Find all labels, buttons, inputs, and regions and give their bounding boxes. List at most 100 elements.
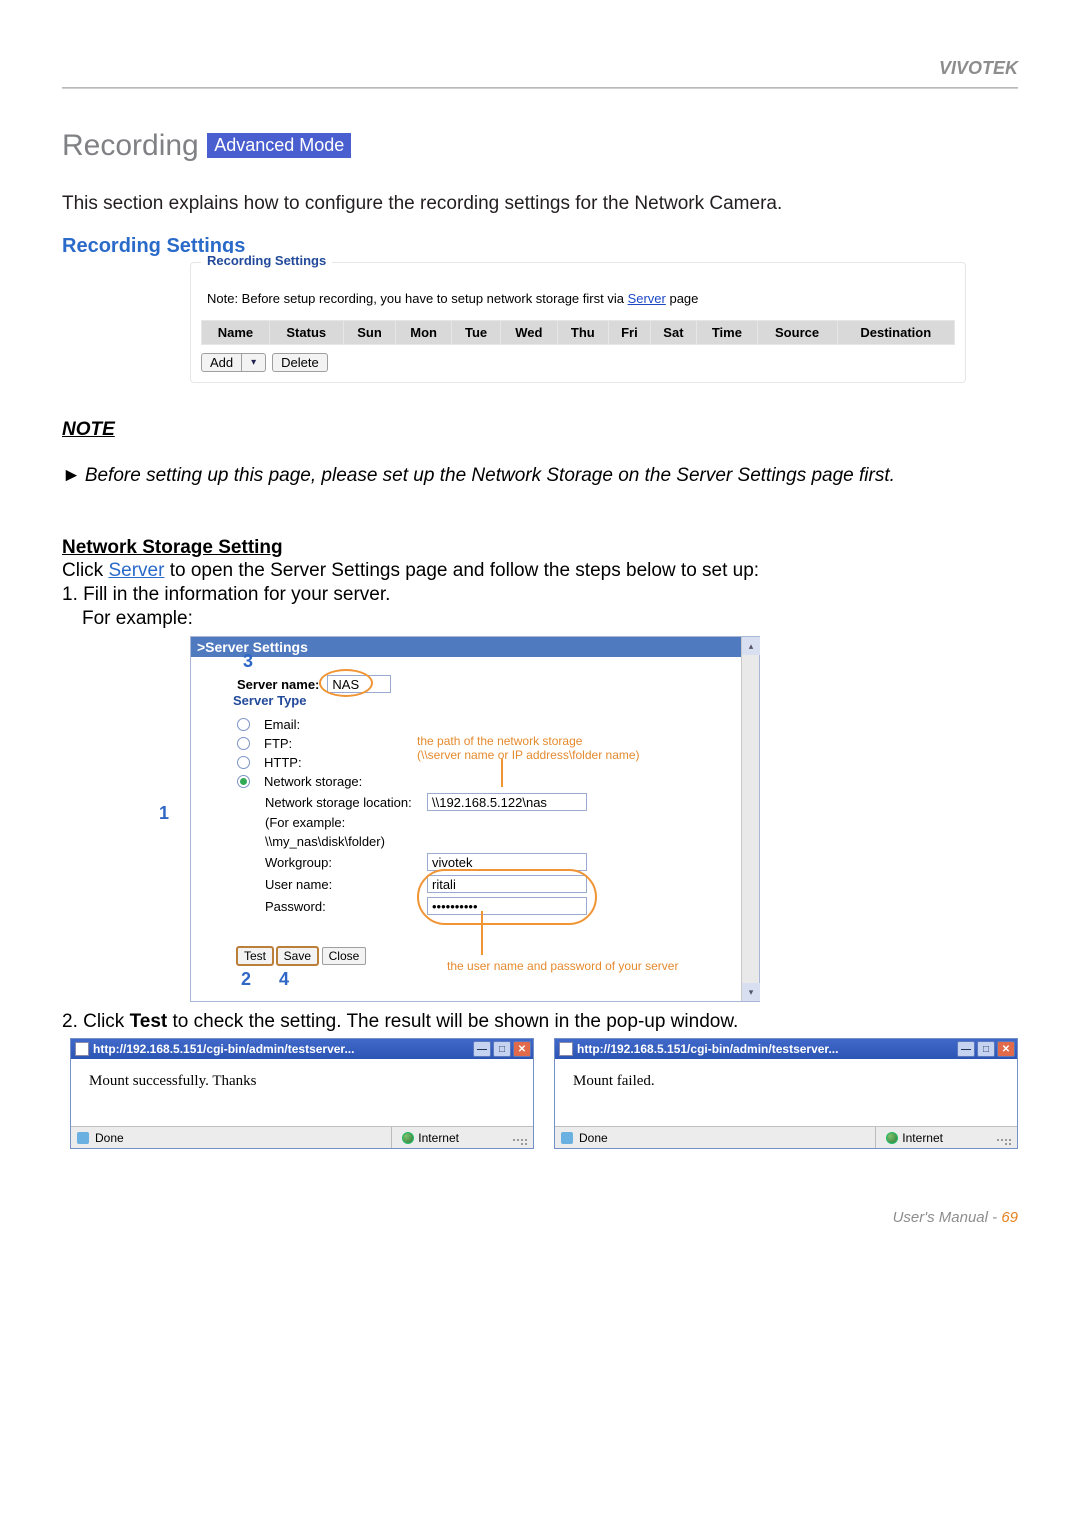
username-label: User name:: [265, 877, 419, 892]
server-name-label: Server name:: [237, 677, 319, 692]
maximize-icon[interactable]: □: [493, 1041, 511, 1057]
col-sat: Sat: [650, 321, 697, 345]
footer: User's Manual - 69: [62, 1209, 1018, 1226]
col-fri: Fri: [609, 321, 651, 345]
footer-page: 69: [1001, 1209, 1018, 1226]
callout-1: 1: [159, 803, 169, 824]
callout-line-user: [481, 911, 483, 955]
col-tue: Tue: [451, 321, 500, 345]
recording-settings-panel: Recording Settings Note: Before setup re…: [190, 262, 966, 383]
status-zone: Internet: [418, 1131, 459, 1145]
radio-network-storage[interactable]: [237, 775, 250, 788]
recording-note-prefix: Note: Before setup recording, you have t…: [207, 291, 628, 306]
ns-pre: Click: [62, 560, 108, 581]
col-source: Source: [757, 321, 837, 345]
server-link-2[interactable]: Server: [108, 560, 164, 581]
internet-icon: [402, 1132, 414, 1144]
col-name: Name: [202, 321, 270, 345]
footer-label: User's Manual -: [893, 1209, 1002, 1226]
col-sun: Sun: [343, 321, 396, 345]
status-done: Done: [95, 1131, 124, 1145]
ie-page-icon: [75, 1042, 89, 1056]
test-button[interactable]: Test: [237, 947, 273, 965]
step1: 1. Fill in the information for your serv…: [62, 583, 1018, 607]
callout-2: 2: [241, 969, 251, 990]
col-mon: Mon: [396, 321, 452, 345]
mode-badge: Advanced Mode: [207, 133, 351, 158]
step2: 2. Click Test to check the setting. The …: [62, 1010, 1018, 1034]
section-title: Recording: [62, 129, 199, 162]
minimize-icon[interactable]: —: [957, 1041, 975, 1057]
popup-title-2: http://192.168.5.151/cgi-bin/admin/tests…: [577, 1042, 955, 1056]
popup-success-body: Mount successfully. Thanks: [71, 1059, 533, 1126]
col-status: Status: [269, 321, 343, 345]
server-settings-screenshot: ▴ ▾ >Server Settings 1 3 Server name: Se…: [190, 636, 760, 1002]
callout-3: 3: [243, 651, 253, 672]
scroll-up-icon[interactable]: ▴: [742, 637, 760, 655]
highlight-oval-userpass: [417, 869, 597, 925]
workgroup-label: Workgroup:: [265, 855, 419, 870]
ann-path-1: the path of the network storage: [417, 734, 640, 748]
done-icon: [561, 1132, 573, 1144]
ie-page-icon: [559, 1042, 573, 1056]
popup-title: http://192.168.5.151/cgi-bin/admin/tests…: [93, 1042, 471, 1056]
step1-sub: For example:: [82, 607, 1018, 631]
radio-email[interactable]: [237, 718, 250, 731]
opt-ftp: FTP:: [264, 736, 292, 751]
ns-post: to open the Server Settings page and fol…: [164, 560, 759, 581]
server-settings-header: >Server Settings: [191, 637, 741, 657]
recording-note: Note: Before setup recording, you have t…: [201, 273, 955, 320]
opt-email: Email:: [264, 717, 300, 732]
delete-button[interactable]: Delete: [272, 353, 328, 372]
radio-http[interactable]: [237, 756, 250, 769]
col-time: Time: [697, 321, 757, 345]
step2-bold: Test: [130, 1011, 168, 1032]
internet-icon: [886, 1132, 898, 1144]
note-heading: NOTE: [62, 419, 1018, 441]
eg-label: (For example:: [265, 815, 419, 830]
radio-ftp[interactable]: [237, 737, 250, 750]
minimize-icon[interactable]: —: [473, 1041, 491, 1057]
callout-4: 4: [279, 969, 289, 990]
ns-instruction: Click Server to open the Server Settings…: [62, 559, 1018, 583]
recording-note-suffix: page: [666, 291, 699, 306]
recording-settings-legend: Recording Settings: [201, 253, 332, 268]
network-storage-heading: Network Storage Setting: [62, 537, 1018, 559]
close-button[interactable]: Close: [322, 947, 367, 965]
server-type-fieldset: Server Type Email: FTP: the path of the …: [221, 703, 727, 931]
opt-ns: Network storage:: [264, 774, 362, 789]
server-type-legend: Server Type: [229, 693, 310, 708]
step2-post: to check the setting. The result will be…: [167, 1011, 738, 1032]
resize-grip-icon[interactable]: [997, 1131, 1011, 1145]
col-thu: Thu: [557, 321, 609, 345]
recording-table: Name Status Sun Mon Tue Wed Thu Fri Sat …: [201, 320, 955, 345]
ns-location-input[interactable]: [427, 793, 587, 811]
add-button[interactable]: Add: [201, 353, 242, 372]
server-link[interactable]: Server: [628, 291, 666, 306]
opt-http: HTTP:: [264, 755, 302, 770]
chevron-down-icon: ▾: [251, 357, 256, 368]
col-wed: Wed: [501, 321, 557, 345]
close-icon[interactable]: ✕: [997, 1041, 1015, 1057]
popup-fail: http://192.168.5.151/cgi-bin/admin/tests…: [554, 1038, 1018, 1149]
note-body: Before setting up this page, please set …: [62, 465, 1018, 487]
status-done-2: Done: [579, 1131, 608, 1145]
resize-grip-icon[interactable]: [513, 1131, 527, 1145]
intro-text: This section explains how to configure t…: [62, 193, 1018, 215]
callout-line-path: [501, 759, 503, 787]
ns-location-label: Network storage location:: [265, 795, 419, 810]
done-icon: [77, 1132, 89, 1144]
popup-fail-body: Mount failed.: [555, 1059, 1017, 1126]
ann-user-1: the user name and password of your serve…: [447, 959, 678, 973]
header-divider: [62, 87, 1018, 89]
status-zone-2: Internet: [902, 1131, 943, 1145]
close-icon[interactable]: ✕: [513, 1041, 531, 1057]
add-dropdown[interactable]: ▾: [242, 353, 266, 372]
eg-value: \\my_nas\disk\folder): [265, 834, 419, 849]
popup-success: http://192.168.5.151/cgi-bin/admin/tests…: [70, 1038, 534, 1149]
ann-path-2: (\\server name or IP address\folder name…: [417, 748, 640, 762]
save-button[interactable]: Save: [277, 947, 318, 965]
brand-name: VIVOTEK: [62, 50, 1018, 87]
col-destination: Destination: [837, 321, 954, 345]
maximize-icon[interactable]: □: [977, 1041, 995, 1057]
